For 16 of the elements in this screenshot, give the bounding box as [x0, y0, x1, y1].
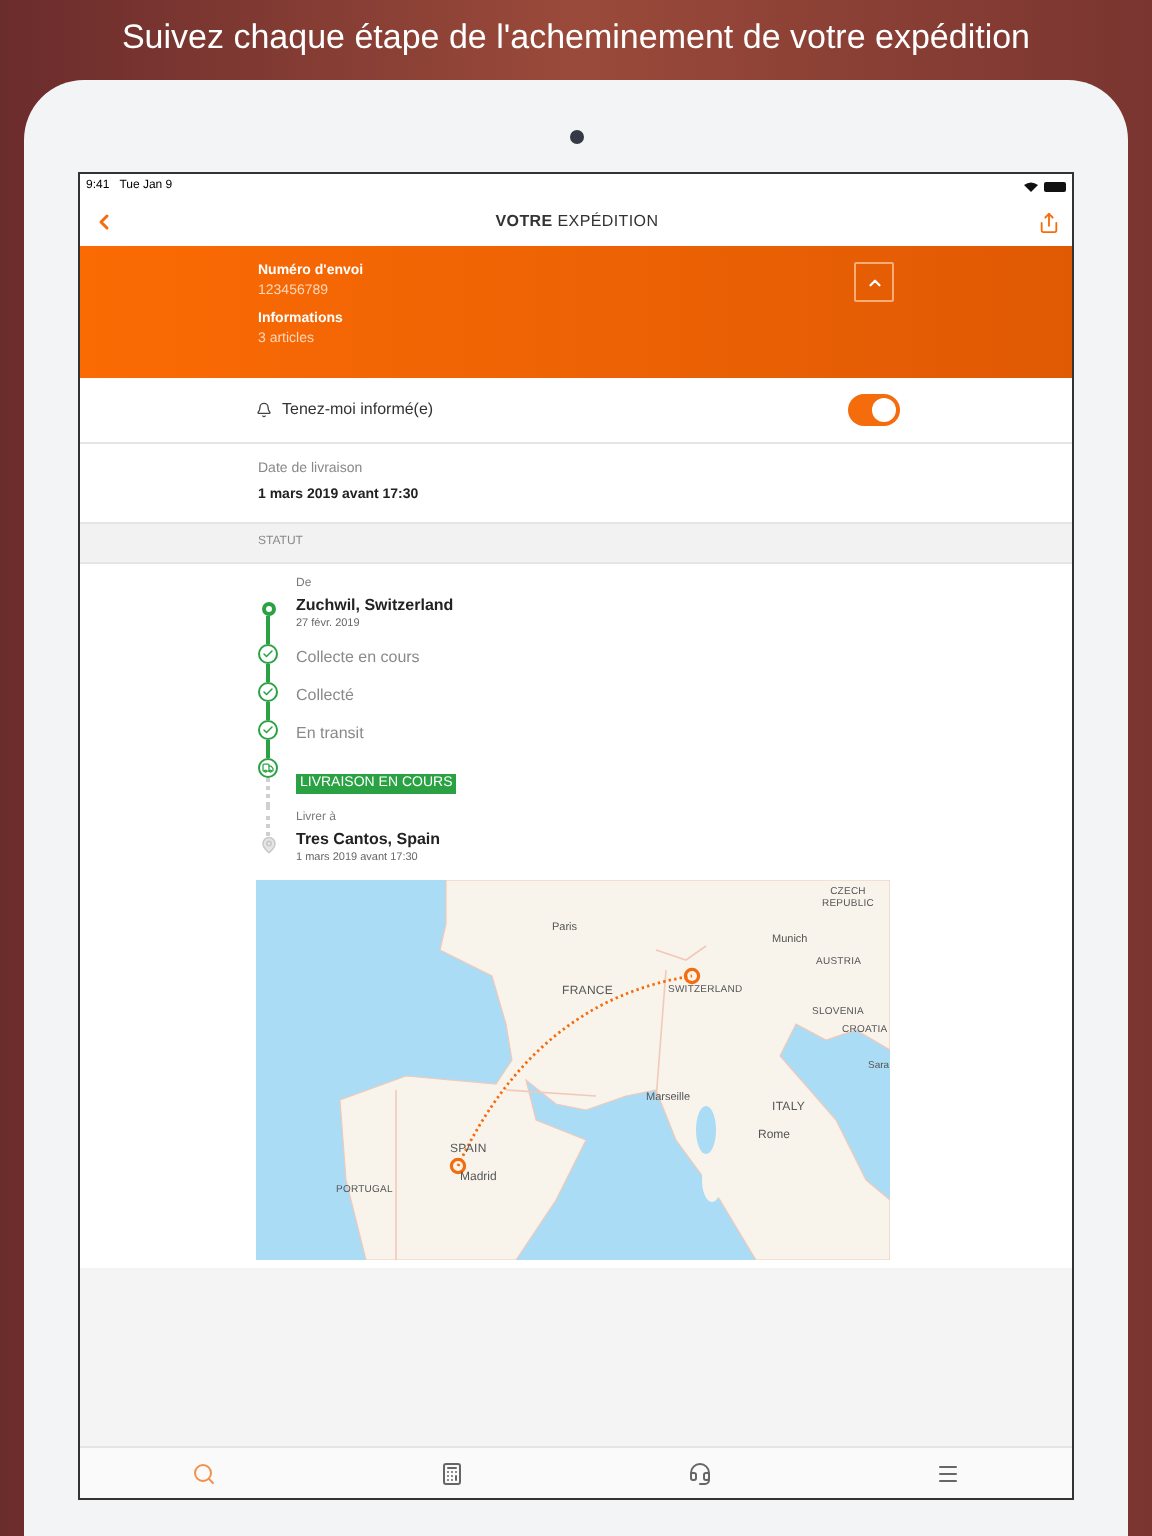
timeline-title: Tres Cantos, Spain — [296, 828, 441, 850]
battery-icon — [1044, 181, 1066, 191]
notify-toggle[interactable] — [848, 394, 900, 426]
headline: Suivez chaque étape de l'acheminement de votre expédition — [121, 16, 1031, 60]
notify-label: Tenez-moi informé(e) — [282, 398, 434, 422]
collapse-button[interactable] — [854, 262, 894, 302]
share-button[interactable] — [1037, 211, 1060, 233]
truck-icon — [258, 758, 278, 778]
timeline-title: Collecté — [296, 684, 354, 706]
page-title: VOTRE EXPÉDITION — [495, 210, 659, 234]
camera-icon — [569, 130, 583, 144]
timeline-title: En transit — [296, 722, 364, 744]
timeline-title: Zuchwil, Switzerland — [296, 594, 454, 616]
wifi-icon — [1024, 181, 1038, 191]
timeline-title: Collecte en cours — [296, 646, 420, 668]
bell-icon — [256, 402, 272, 418]
